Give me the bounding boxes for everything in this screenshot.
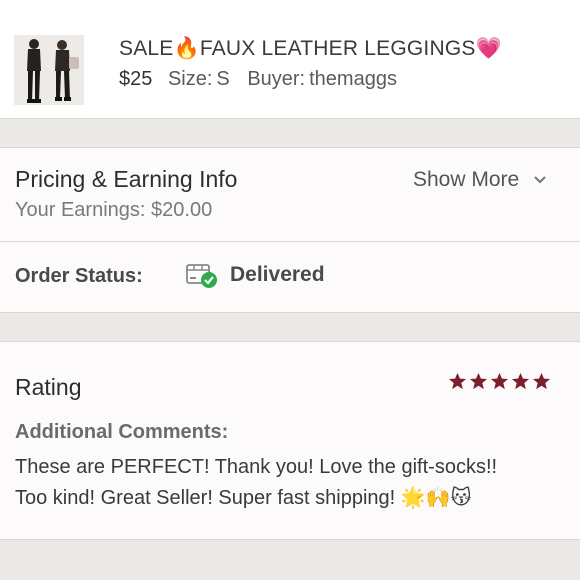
order-status-value: Delivered (230, 263, 325, 286)
product-thumbnail[interactable] (14, 35, 84, 105)
star-icon (490, 372, 509, 390)
listing-meta: $25 Size: S Buyer: themaggs (119, 68, 397, 91)
star-icon (532, 372, 551, 390)
buyer-label: Buyer: (247, 68, 306, 90)
additional-comments-label: Additional Comments: (15, 421, 229, 443)
star-icon (511, 372, 530, 390)
buyer-username[interactable]: themaggs (309, 68, 397, 90)
listing-price: $25 (119, 68, 153, 90)
listing-title[interactable]: SALE🔥FAUX LEATHER LEGGINGS💗 (119, 37, 502, 61)
show-more-label: Show More (413, 168, 520, 191)
pricing-title: Pricing & Earning Info (15, 166, 238, 192)
section-separator (0, 118, 580, 148)
star-icon (469, 372, 488, 390)
earnings-text: Your Earnings: $20.00 (15, 199, 213, 221)
order-status-label: Order Status: (15, 265, 143, 287)
show-more-button[interactable]: Show More (413, 168, 547, 192)
size-value: S (216, 68, 230, 90)
comment-text: These are PERFECT! Thank you! Love the g… (15, 452, 575, 514)
rating-title: Rating (15, 374, 82, 400)
comment-line: Too kind! Great Seller! Super fast shipp… (15, 487, 472, 509)
section-separator (0, 539, 580, 580)
chevron-down-icon (534, 176, 546, 184)
listing-summary[interactable]: SALE🔥FAUX LEATHER LEGGINGS💗 $25 Size: S B… (0, 0, 580, 118)
pricing-section (0, 148, 580, 241)
section-separator (0, 312, 580, 342)
star-icon (448, 372, 467, 390)
comment-line: These are PERFECT! Thank you! Love the g… (15, 456, 498, 478)
rating-stars (448, 372, 551, 391)
size-label: Size: (167, 68, 213, 90)
package-check-icon (185, 259, 219, 289)
